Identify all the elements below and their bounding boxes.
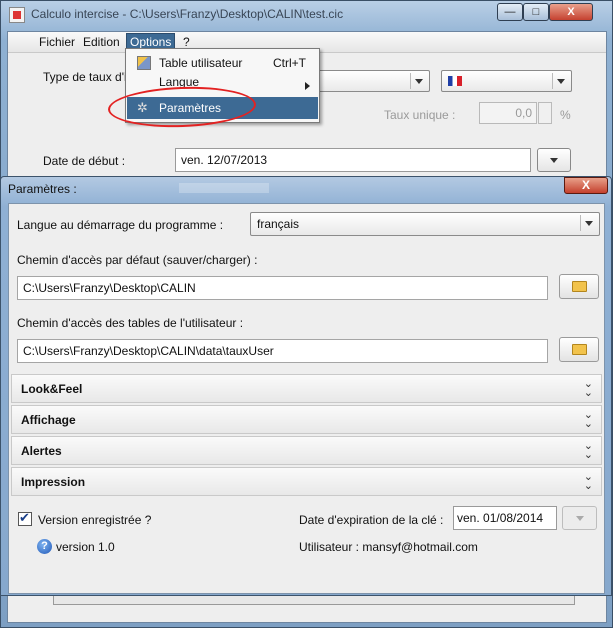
user-label: Utilisateur : mansyf@hotmail.com	[299, 540, 478, 554]
dialog-body: Langue au démarrage du programme : franç…	[8, 203, 605, 594]
version-text: version 1.0	[56, 540, 115, 554]
close-button[interactable]: X	[549, 3, 593, 21]
browse-tables-button[interactable]	[559, 337, 599, 362]
section-affichage[interactable]: Affichage ⌄ ⌄	[11, 405, 602, 434]
minimize-button[interactable]: —	[497, 3, 523, 21]
expiry-date-field[interactable]: ven. 01/08/2014	[453, 506, 557, 530]
window-title: Calculo intercise - C:\Users\Franzy\Desk…	[31, 7, 344, 21]
chevron-down-icon	[580, 215, 597, 231]
taux-spinner[interactable]	[538, 102, 552, 124]
taux-unique-label: Taux unique :	[384, 108, 456, 122]
menu-item-table-utilisateur[interactable]: Table utilisateur Ctrl+T	[127, 52, 318, 74]
chemin-defaut-label: Chemin d'accès par défaut (sauver/charge…	[17, 253, 258, 267]
app-icon	[9, 7, 25, 23]
maximize-button[interactable]: □	[523, 3, 549, 21]
dialog-title: Paramètres :	[8, 182, 77, 196]
menu-fichier[interactable]: Fichier	[36, 34, 78, 50]
title-bar[interactable]: Calculo intercise - C:\Users\Franzy\Desk…	[1, 1, 612, 29]
dialog-close-button[interactable]: X	[564, 177, 608, 194]
date-picker-button[interactable]	[537, 148, 571, 172]
chevron-down-icon	[410, 73, 427, 89]
double-chevron-down-icon: ⌄ ⌄	[583, 378, 593, 399]
version-registered-label: Version enregistrée ?	[38, 513, 152, 527]
expiry-label: Date d'expiration de la clé :	[299, 513, 444, 527]
chemin-tables-input[interactable]: C:\Users\Franzy\Desktop\CALIN\data\tauxU…	[17, 339, 548, 363]
browse-defaut-button[interactable]	[559, 274, 599, 299]
date-debut-field[interactable]: ven. 12/07/2013	[175, 148, 531, 172]
help-icon: ?	[37, 539, 52, 554]
expiry-date-button[interactable]	[562, 506, 597, 530]
taux-unique-input[interactable]: 0,0	[479, 102, 537, 124]
double-chevron-down-icon: ⌄ ⌄	[583, 440, 593, 461]
folder-icon	[572, 281, 587, 292]
section-alertes[interactable]: Alertes ⌄ ⌄	[11, 436, 602, 465]
taux-unit-label: %	[560, 108, 571, 122]
parametres-dialog: Paramètres : X Langue au démarrage du pr…	[0, 176, 612, 596]
type-taux-label: Type de taux d'i	[43, 70, 127, 84]
folder-icon	[572, 344, 587, 355]
section-title: Affichage	[21, 413, 76, 427]
section-title: Alertes	[21, 444, 62, 458]
france-flag-icon	[448, 76, 462, 86]
chemin-defaut-input[interactable]: C:\Users\Franzy\Desktop\CALIN	[17, 276, 548, 300]
chevron-down-icon	[552, 73, 569, 89]
country-select[interactable]	[441, 70, 572, 92]
double-chevron-down-icon: ⌄ ⌄	[583, 409, 593, 430]
menu-edition[interactable]: Edition	[80, 34, 123, 50]
langue-value: français	[257, 217, 300, 231]
langue-label: Langue au démarrage du programme :	[17, 218, 224, 232]
background-ghost-text	[179, 183, 269, 193]
double-chevron-down-icon: ⌄ ⌄	[583, 471, 593, 492]
langue-select[interactable]: français	[250, 212, 600, 236]
section-title: Impression	[21, 475, 86, 489]
chemin-tables-label: Chemin d'accès des tables de l'utilisate…	[17, 316, 244, 330]
section-title: Look&Feel	[21, 382, 83, 396]
section-look-feel[interactable]: Look&Feel ⌄ ⌄	[11, 374, 602, 403]
section-impression[interactable]: Impression ⌄ ⌄	[11, 467, 602, 496]
table-edit-icon	[137, 56, 151, 70]
version-registered-checkbox[interactable]	[18, 510, 32, 526]
shortcut-label: Ctrl+T	[273, 56, 306, 70]
date-debut-label: Date de début :	[43, 154, 126, 168]
submenu-arrow-icon	[305, 82, 310, 90]
